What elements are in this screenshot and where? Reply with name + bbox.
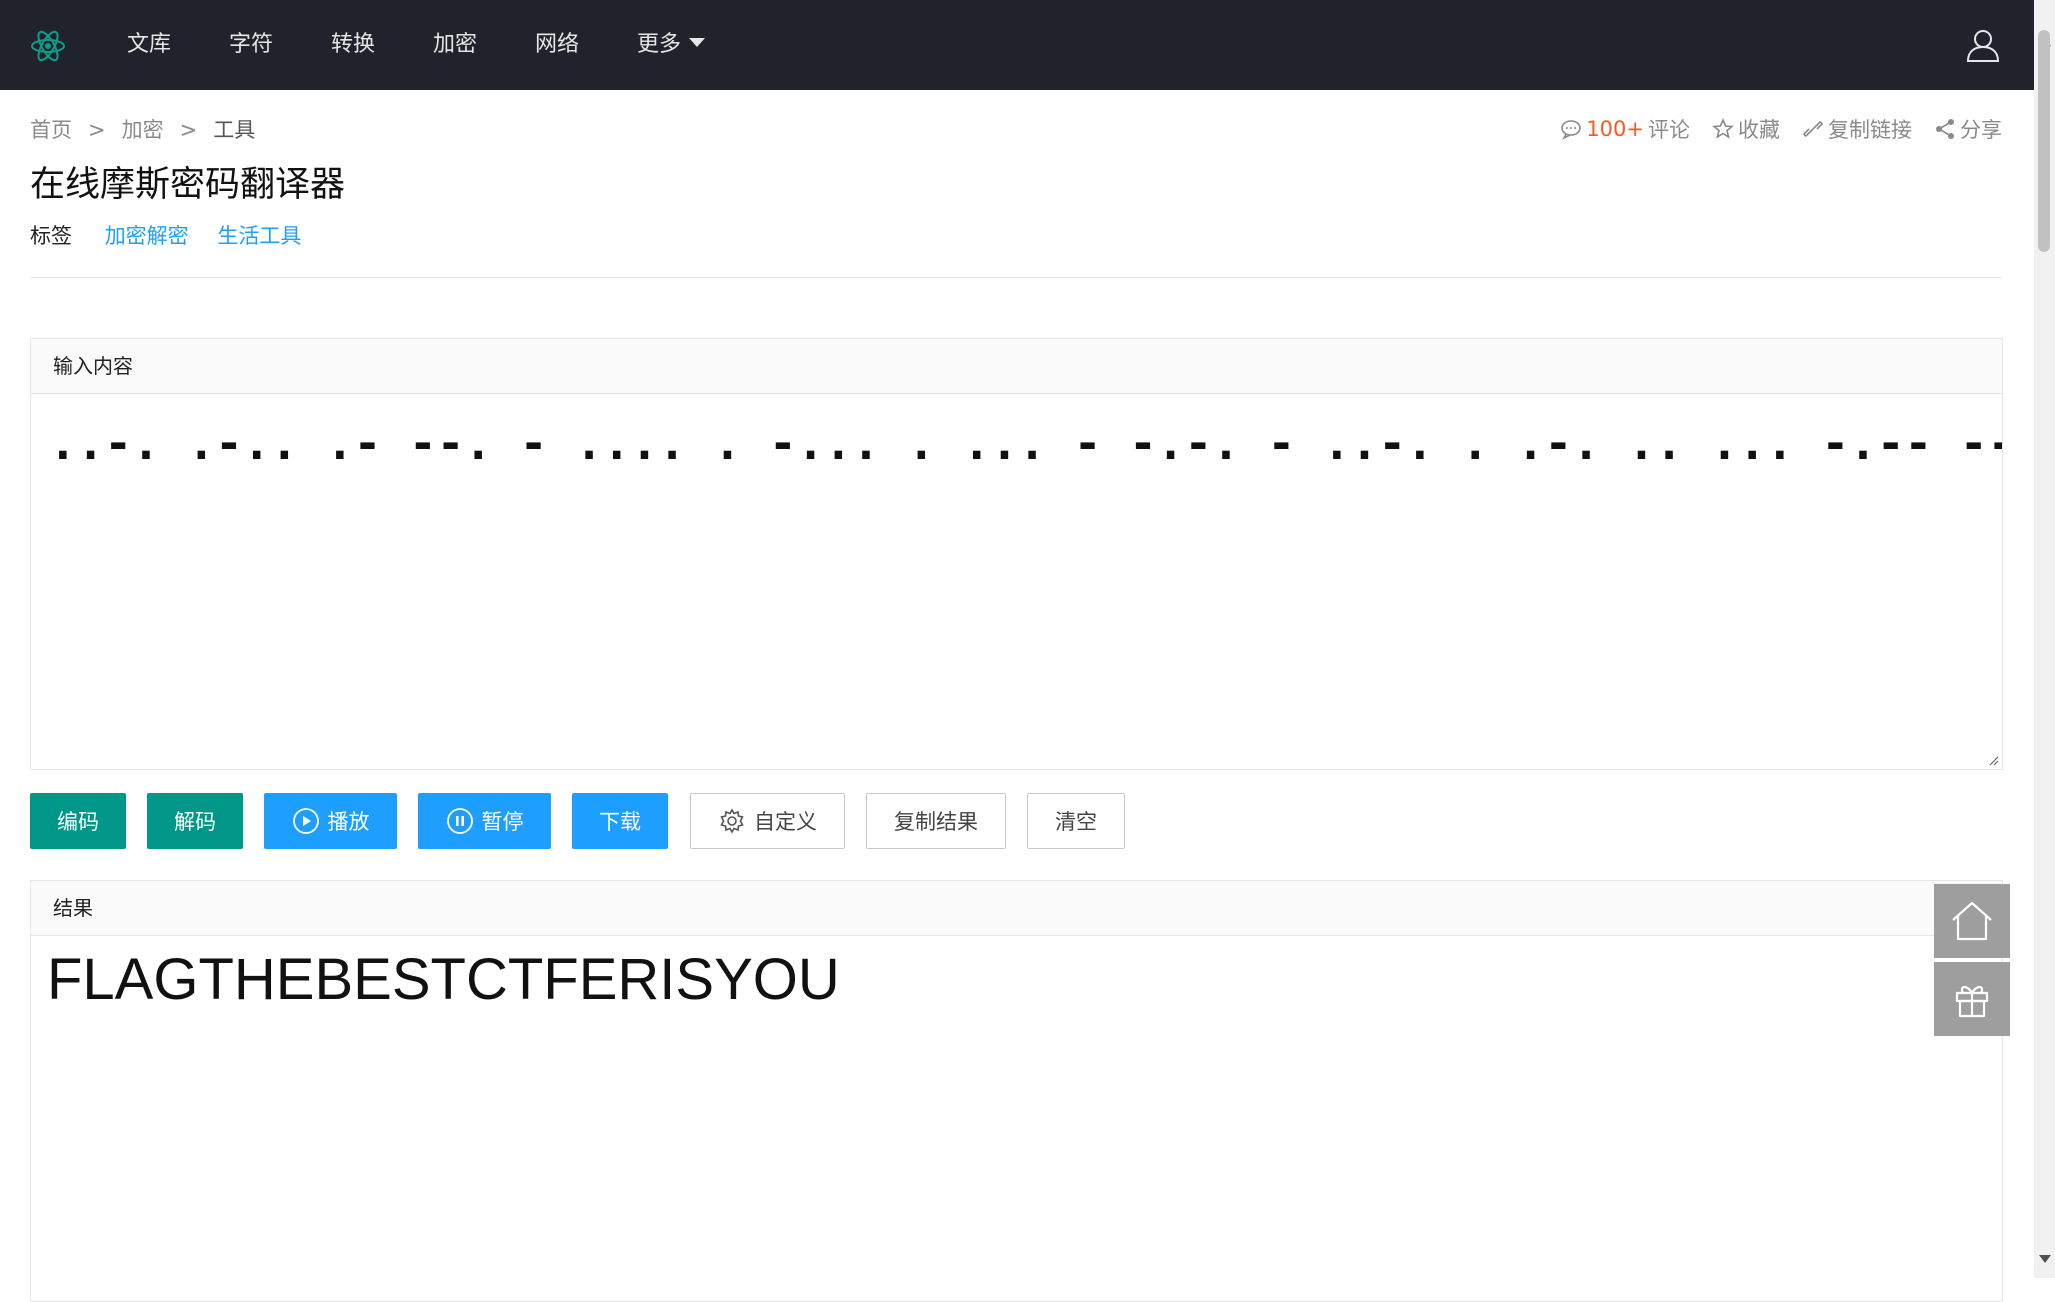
favorite-label: 收藏: [1738, 118, 1780, 142]
decode-button[interactable]: 解码: [147, 793, 243, 849]
breadcrumb-home[interactable]: 首页: [30, 118, 72, 142]
copy-result-button[interactable]: 复制结果: [866, 793, 1006, 849]
copy-link-label: 复制链接: [1828, 118, 1912, 142]
nav-item-more-label: 更多: [637, 32, 682, 57]
top-navbar: 文库 字符 转换 加密 网络 更多: [0, 0, 2034, 90]
comment-icon: [1561, 120, 1582, 140]
home-fixbar-button[interactable]: [1934, 884, 2010, 958]
tags-label: 标签: [30, 224, 72, 248]
comment-link[interactable]: 100+ 评论: [1560, 114, 1690, 144]
nav-item-encrypt[interactable]: 加密: [433, 28, 477, 62]
result-output: FLAGTHEBESTCTFERISYOU: [47, 947, 840, 1012]
page-title: 在线摩斯密码翻译器: [30, 165, 346, 205]
morse-input[interactable]: ..-. .-.. .- --. - .... . -... . ... - -…: [31, 394, 2002, 769]
gear-icon: [720, 808, 744, 834]
play-button[interactable]: 播放: [264, 793, 397, 849]
gift-icon: [1955, 985, 1989, 1018]
page-actions: 100+ 评论 收藏 复制链接 分享: [1560, 114, 2002, 144]
result-panel-header: 结果: [31, 881, 2002, 936]
atom-logo-icon[interactable]: [30, 28, 66, 64]
share-icon: [1936, 119, 1954, 139]
clear-button[interactable]: 清空: [1027, 793, 1125, 849]
page-scrollbar[interactable]: [2034, 0, 2055, 1278]
tag-encrypt-decrypt[interactable]: 加密解密: [105, 224, 189, 248]
comment-label: 评论: [1648, 118, 1690, 142]
input-panel: 输入内容 ..-. .-.. .- --. - .... . -... . ..…: [30, 338, 2003, 770]
scroll-down-arrow-icon[interactable]: [2039, 1255, 2051, 1263]
play-icon: [292, 808, 319, 834]
user-icon[interactable]: [1965, 27, 2001, 63]
nav-item-characters[interactable]: 字符: [229, 28, 273, 62]
breadcrumb-current: 工具: [213, 118, 256, 142]
nav-item-library[interactable]: 文库: [127, 28, 171, 62]
copy-link-link[interactable]: 复制链接: [1802, 114, 1912, 144]
chevron-down-icon: [689, 38, 706, 47]
custom-label: 自定义: [754, 811, 817, 834]
nav-item-more[interactable]: 更多: [637, 28, 706, 62]
play-label: 播放: [327, 811, 370, 834]
pause-label: 暂停: [481, 811, 524, 834]
resize-grip-icon[interactable]: [1987, 754, 1999, 766]
comment-count: 100+: [1586, 117, 1644, 141]
favorite-link[interactable]: 收藏: [1712, 114, 1780, 144]
pause-button[interactable]: 暂停: [418, 793, 551, 849]
nav-item-network[interactable]: 网络: [535, 28, 579, 62]
tag-list: 标签 加密解密 生活工具: [30, 220, 323, 250]
custom-button[interactable]: 自定义: [690, 793, 845, 849]
breadcrumb-separator: >: [179, 118, 198, 142]
tag-life-tools[interactable]: 生活工具: [217, 224, 301, 248]
pause-icon: [446, 808, 473, 834]
nav-item-convert[interactable]: 转换: [331, 28, 375, 62]
input-panel-header: 输入内容: [31, 339, 2002, 394]
star-icon: [1712, 118, 1734, 139]
download-button[interactable]: 下载: [572, 793, 668, 849]
home-icon: [1952, 901, 1992, 941]
link-icon: [1803, 121, 1823, 137]
result-panel: 结果 FLAGTHEBESTCTFERISYOU: [30, 880, 2003, 1302]
share-link[interactable]: 分享: [1934, 114, 2002, 144]
share-label: 分享: [1960, 118, 2002, 142]
breadcrumb-separator: >: [88, 118, 106, 142]
scroll-thumb[interactable]: [2038, 30, 2050, 252]
breadcrumb: 首页 > 加密 > 工具: [30, 114, 255, 144]
breadcrumb-encrypt[interactable]: 加密: [122, 118, 164, 142]
encode-button[interactable]: 编码: [30, 793, 126, 849]
gift-fixbar-button[interactable]: [1934, 962, 2010, 1036]
header-divider: [30, 277, 2002, 278]
